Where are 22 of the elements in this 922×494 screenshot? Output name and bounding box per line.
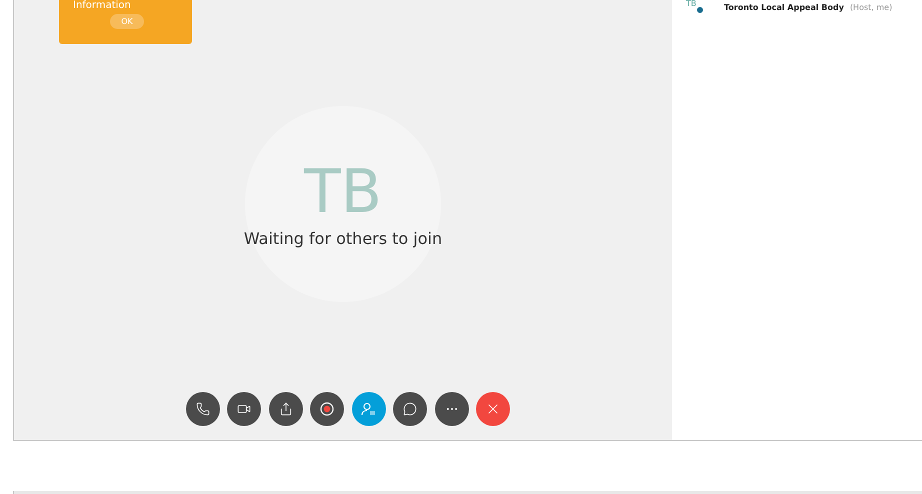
more-button[interactable] xyxy=(434,392,469,426)
record-icon xyxy=(320,402,334,416)
share-icon xyxy=(278,402,293,416)
status-message: Waiting for others to join xyxy=(244,228,442,248)
chat-icon xyxy=(403,402,418,416)
person-list-icon xyxy=(361,402,376,416)
chat-button[interactable] xyxy=(393,392,428,426)
share-button[interactable] xyxy=(268,392,303,426)
participant-role: (Host, me) xyxy=(850,2,892,12)
video-camera-icon xyxy=(237,402,252,416)
participant-initials: TB xyxy=(686,0,696,8)
video-button[interactable] xyxy=(227,392,262,426)
notification-message: Information xyxy=(73,0,131,11)
audio-button[interactable] xyxy=(186,392,220,426)
phone-icon xyxy=(196,402,210,416)
ok-button[interactable]: OK xyxy=(110,14,144,29)
participants-button[interactable] xyxy=(352,392,386,426)
avatar-initials: TB xyxy=(304,160,382,222)
participant-name: Toronto Local Appeal Body xyxy=(724,2,844,12)
leave-button[interactable] xyxy=(476,392,510,426)
status-dot xyxy=(696,6,704,14)
record-button[interactable] xyxy=(310,392,344,426)
